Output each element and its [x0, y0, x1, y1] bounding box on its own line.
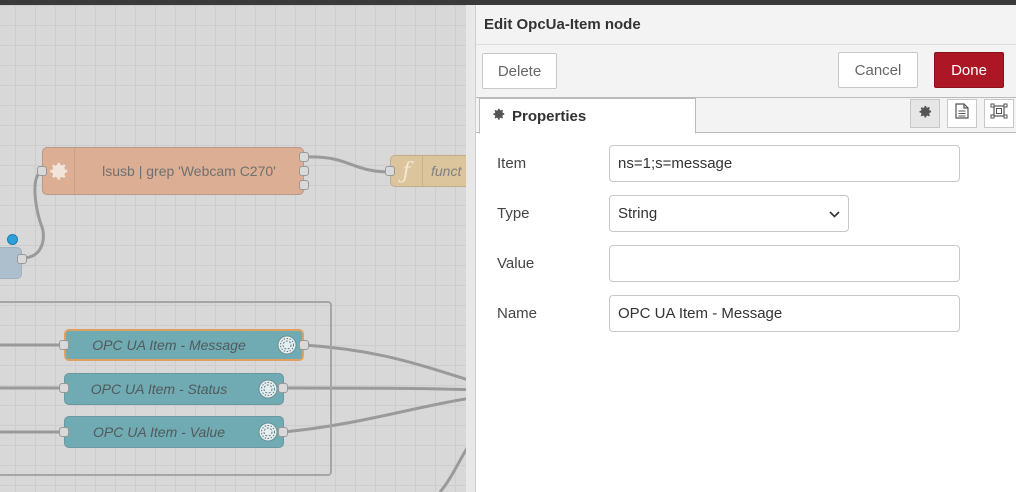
name-input[interactable]: OPC UA Item - Message [609, 295, 960, 332]
opcua-item-status-label: OPC UA Item - Status [90, 381, 228, 397]
output-port[interactable] [278, 427, 288, 437]
form-row-item: Item ns=1;s=message [476, 145, 1016, 183]
exec-node-label: lsusb | grep 'Webcam C270' [102, 163, 276, 179]
gear-icon [492, 107, 506, 125]
delete-button[interactable]: Delete [482, 53, 557, 89]
tray-resize-handle[interactable] [466, 5, 476, 492]
opcua-item-status-node[interactable]: OPC UA Item - Status [64, 373, 284, 405]
node-appearance-icon [990, 103, 1008, 124]
input-port[interactable] [59, 340, 69, 350]
form-row-name: Name OPC UA Item - Message [476, 295, 1016, 333]
output-port-2[interactable] [299, 166, 309, 176]
exec-node[interactable]: lsusb | grep 'Webcam C270' [42, 147, 304, 195]
opcua-item-value-label: OPC UA Item - Value [92, 424, 225, 440]
tray-title: Edit OpcUa-Item node [484, 16, 641, 33]
tray-toolbar: Delete Cancel Done [476, 45, 1016, 98]
opcua-item-message-node[interactable]: OPC UA Item - Message [64, 329, 304, 361]
input-port[interactable] [37, 166, 47, 176]
output-port[interactable] [299, 340, 309, 350]
output-port[interactable] [17, 254, 27, 264]
input-port[interactable] [59, 427, 69, 437]
type-select[interactable]: String [609, 195, 849, 232]
output-port-1[interactable] [299, 152, 309, 162]
gear-icon [918, 104, 933, 124]
opcua-icon [272, 331, 302, 359]
tray-header: Edit OpcUa-Item node [476, 5, 1016, 45]
opcua-item-value-node[interactable]: OPC UA Item - Value [64, 416, 284, 448]
input-port[interactable] [59, 383, 69, 393]
function-icon: ƒ [391, 156, 423, 186]
value-label: Value [497, 255, 535, 272]
type-select-value: String [618, 205, 658, 222]
wire-exec-to-function [303, 155, 392, 174]
opcua-item-message-label: OPC UA Item - Message [92, 337, 246, 353]
output-port[interactable] [278, 383, 288, 393]
function-node[interactable]: ƒ funct [390, 155, 478, 187]
wire-inject-to-exec [21, 170, 45, 260]
gear-icon [43, 148, 75, 194]
value-input[interactable] [609, 245, 960, 282]
changed-indicator-icon [7, 234, 18, 245]
tray-tabs: Properties [476, 98, 1016, 134]
chevron-down-icon [829, 205, 840, 222]
flow-workspace[interactable]: lsusb | grep 'Webcam C270' ƒ funct OPC U… [0, 5, 478, 492]
cancel-button[interactable]: Cancel [838, 52, 918, 88]
input-port[interactable] [385, 166, 395, 176]
output-port-3[interactable] [299, 180, 309, 190]
item-label: Item [497, 155, 527, 172]
item-input[interactable]: ns=1;s=message [609, 145, 960, 182]
form-row-type: Type String [476, 195, 1016, 233]
tab-description[interactable] [947, 99, 977, 128]
done-button[interactable]: Done [934, 52, 1004, 88]
type-label: Type [497, 205, 530, 222]
tab-properties-label: Properties [512, 107, 587, 125]
tab-properties[interactable]: Properties [479, 98, 696, 134]
tab-settings[interactable] [910, 99, 940, 128]
name-label: Name [497, 305, 538, 322]
tab-appearance[interactable] [984, 99, 1014, 128]
form-row-value: Value [476, 245, 1016, 283]
document-icon [955, 103, 969, 124]
